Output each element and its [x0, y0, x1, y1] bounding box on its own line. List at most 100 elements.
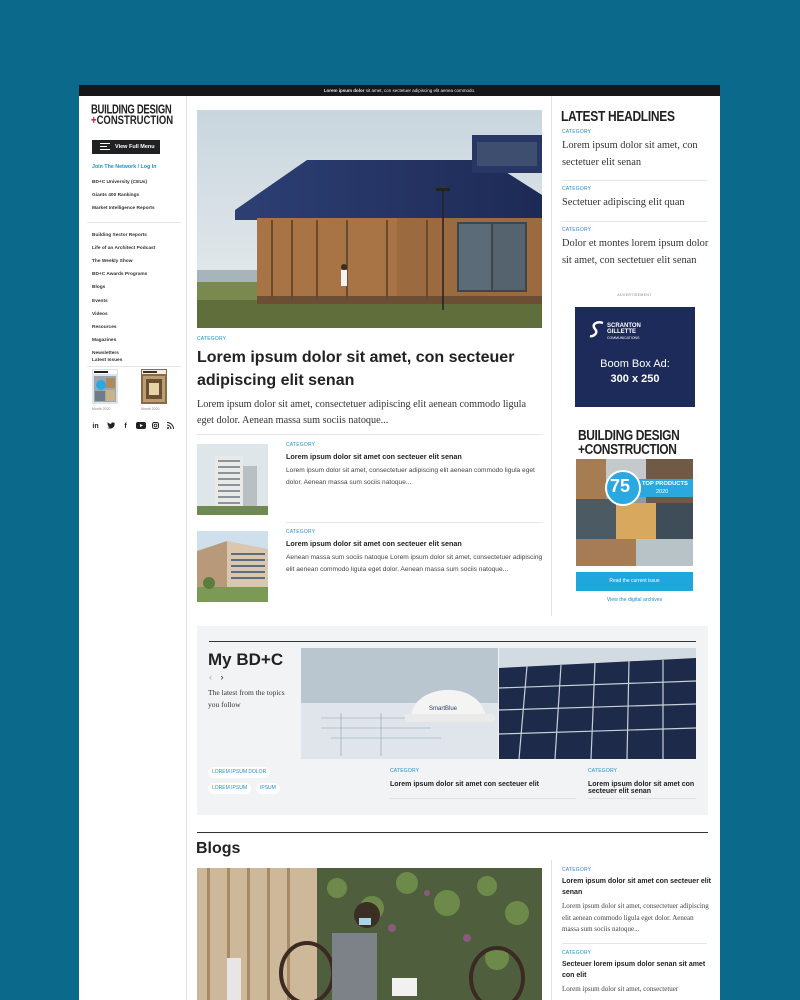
- card-category[interactable]: CATEGORY: [286, 442, 548, 448]
- read-current-issue-button[interactable]: Read the current issue: [576, 572, 693, 591]
- sidebar-divider: [87, 221, 181, 223]
- latest-issues-title: Latest Issues: [92, 358, 123, 363]
- blog-title[interactable]: Secteuer lorem ipsum dolor senan sit ame…: [562, 960, 712, 981]
- sidebar-item-resources[interactable]: Resources: [92, 321, 182, 334]
- logo-line2-text: CONSTRUCTION: [96, 113, 174, 128]
- topic-tag[interactable]: LOREM IPSUM DOLOR: [208, 767, 271, 778]
- section-rule: [209, 641, 696, 642]
- latest-headlines-title: LATEST HEADLINES: [561, 107, 675, 125]
- divider: [286, 522, 542, 523]
- hero-image[interactable]: [197, 110, 542, 328]
- card-title[interactable]: Lorem ipsum dolor sit amet con secteuer …: [286, 539, 548, 548]
- twitter-icon[interactable]: [106, 422, 115, 431]
- sidebar-item-giants[interactable]: Giants 400 Rankings: [92, 189, 182, 202]
- hardhat-image[interactable]: SmartBlue: [301, 648, 498, 759]
- sidebar-nav: Join The Network / Log In BD+C Universit…: [87, 164, 182, 373]
- instagram-icon[interactable]: [151, 422, 160, 431]
- ad-logo-line: COMMUNICATIONS: [607, 336, 640, 340]
- my-bdc-category[interactable]: CATEGORY: [390, 768, 419, 774]
- sidebar-item-events[interactable]: Events: [92, 295, 182, 308]
- boom-box-ad[interactable]: SCRANTON GILLETTE COMMUNICATIONS Boom Bo…: [575, 307, 695, 407]
- youtube-icon[interactable]: [136, 422, 146, 431]
- headline-item: CATEGORY Dolor et montes lorem ipsum dol…: [562, 227, 712, 269]
- blog-item: CATEGORY Secteuer lorem ipsum dolor sena…: [562, 950, 712, 996]
- promo-bar[interactable]: Lorem ipsum dolor sit amet, con sectetue…: [79, 85, 720, 96]
- my-bdc-title: My BD+C: [208, 650, 284, 669]
- carousel-arrows: ‹ ›: [209, 672, 224, 682]
- card: CATEGORY Lorem ipsum dolor sit amet con …: [286, 529, 548, 575]
- magazine-title: +CONSTRUCTION: [578, 441, 677, 458]
- view-full-menu-button[interactable]: View Full Menu: [92, 140, 160, 154]
- sidebar-item-university[interactable]: BD+C University (CEUs): [92, 176, 182, 189]
- headline-title[interactable]: Lorem ipsum dolor sit amet, con sectetue…: [562, 138, 712, 171]
- sidebar-item-blogs[interactable]: Blogs: [92, 281, 182, 294]
- page-frame: Lorem ipsum dolor sit amet, con sectetue…: [79, 85, 720, 1000]
- scranton-logo-icon: [589, 321, 604, 338]
- magazine-number: 75: [610, 476, 631, 496]
- linkedin-icon[interactable]: in: [91, 423, 100, 430]
- headline-title[interactable]: Sectetuer adipiscing elit quan: [562, 195, 712, 212]
- headline-item: CATEGORY Sectetuer adipiscing elit quan: [562, 186, 712, 212]
- latest-issues: Latest Issues Month 2020 Month 2020: [92, 358, 182, 411]
- my-bdc-category[interactable]: CATEGORY: [588, 768, 617, 774]
- card-image[interactable]: [197, 531, 268, 602]
- sidebar-item-weekly-show[interactable]: The Weekly Show: [92, 255, 182, 268]
- headline-category[interactable]: CATEGORY: [562, 129, 712, 135]
- card: CATEGORY Lorem ipsum dolor sit amet con …: [286, 442, 548, 488]
- issue-cover[interactable]: Month 2020: [141, 369, 167, 411]
- sidebar-item-market-reports[interactable]: Market Intelligence Reports: [92, 202, 182, 215]
- blogs-title: Blogs: [196, 840, 241, 857]
- issue-cover[interactable]: Month 2020: [92, 369, 118, 411]
- sidebar-item-magazines[interactable]: Magazines: [92, 334, 182, 347]
- left-sidebar: BUILDING DESIGN +CONSTRUCTION View Full …: [79, 96, 187, 1000]
- hero-title[interactable]: Lorem ipsum dolor sit amet, con secteuer…: [197, 346, 547, 392]
- promo-bar-bold: Lorem ipsum dolor: [323, 88, 365, 93]
- sidebar-divider: [87, 366, 181, 368]
- promo-bar-text: sit amet, con sectetuer adipiscing elit …: [364, 88, 476, 93]
- headline-item: CATEGORY Lorem ipsum dolor sit amet, con…: [562, 129, 712, 171]
- blog-item: CATEGORY Lorem ipsum dolor sit amet con …: [562, 867, 712, 936]
- topic-tag[interactable]: LOREM IPSUM: [208, 783, 252, 794]
- section-rule: [197, 832, 708, 833]
- social-links: in f: [91, 422, 175, 431]
- card-excerpt: Lorem ipsum dolor sit amet, consectetuer…: [286, 467, 535, 486]
- solar-panels-image[interactable]: [499, 648, 696, 759]
- magazine-cover[interactable]: BUILDING DESIGN +CONSTRUCTION 75 TOP PRO…: [576, 425, 693, 566]
- digital-archives-link[interactable]: View the digital archives: [576, 597, 693, 603]
- issue-caption: Month 2020: [92, 407, 111, 411]
- topic-tag[interactable]: IPSUM: [256, 783, 280, 794]
- hero-category[interactable]: CATEGORY: [197, 336, 226, 342]
- facebook-icon[interactable]: f: [121, 423, 130, 430]
- my-bdc-item-title[interactable]: Lorem ipsum dolor sit amet con secteuer …: [390, 781, 539, 788]
- blog-category[interactable]: CATEGORY: [562, 867, 712, 873]
- ad-line1: Boom Box Ad:: [600, 358, 670, 370]
- rss-icon[interactable]: [166, 422, 175, 431]
- divider: [197, 434, 542, 435]
- chevron-right-icon[interactable]: ›: [221, 672, 224, 682]
- site-logo[interactable]: BUILDING DESIGN +CONSTRUCTION: [91, 104, 181, 127]
- card-title[interactable]: Lorem ipsum dolor sit amet con secteuer …: [286, 452, 548, 461]
- my-bdc-subtitle: The latest from the topics you follow: [208, 688, 285, 709]
- sidebar-item-podcast[interactable]: Life of an Architect Podcast: [92, 242, 182, 255]
- my-bdc-item-title[interactable]: Lorem ipsum dolor sit amet con secteuer …: [588, 781, 708, 795]
- menu-icon: [100, 143, 110, 151]
- blog-excerpt: Lorem ipsum dolor sit amet, consectetuer…: [562, 902, 709, 933]
- divider: [562, 180, 707, 181]
- join-login-link[interactable]: Join The Network / Log In: [92, 164, 182, 170]
- menu-button-label: View Full Menu: [115, 144, 155, 150]
- blog-title[interactable]: Lorem ipsum dolor sit amet con secteuer …: [562, 877, 712, 898]
- sidebar-item-videos[interactable]: Videos: [92, 308, 182, 321]
- headline-category[interactable]: CATEGORY: [562, 227, 712, 233]
- card-image[interactable]: [197, 444, 268, 515]
- ad-text: Boom Box Ad: 300 x 250: [575, 357, 695, 387]
- headline-category[interactable]: CATEGORY: [562, 186, 712, 192]
- blog-category[interactable]: CATEGORY: [562, 950, 712, 956]
- chevron-left-icon[interactable]: ‹: [209, 672, 212, 682]
- blog-image[interactable]: [197, 868, 542, 1000]
- card-category[interactable]: CATEGORY: [286, 529, 548, 535]
- headline-title[interactable]: Dolor et montes lorem ipsum dolor sit am…: [562, 236, 712, 269]
- sidebar-item-sector-reports[interactable]: Building Sector Reports: [92, 229, 182, 242]
- blog-excerpt: Lorem ipsum dolor sit amet, consectetuer: [562, 985, 679, 993]
- divider: [390, 798, 576, 799]
- sidebar-item-awards[interactable]: BD+C Awards Programs: [92, 268, 182, 281]
